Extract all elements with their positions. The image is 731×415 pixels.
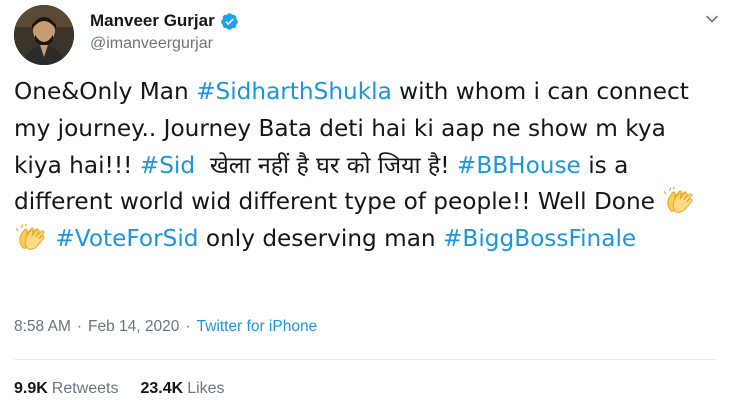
- retweets-stat[interactable]: 9.9K Retweets: [14, 380, 119, 398]
- tweet-text-segment: खेला नहीं है घर को जिया है!: [195, 151, 457, 179]
- tweet-text-segment: only deserving man: [198, 225, 443, 253]
- clapping-hands-emoji-icon: [15, 223, 46, 252]
- divider: [14, 359, 717, 360]
- tweet-stats: 9.9K Retweets 23.4K Likes: [14, 380, 225, 398]
- avatar-image: [14, 5, 74, 65]
- tweet-text-segment: One&Only Man: [14, 78, 197, 105]
- meta-separator: ·: [76, 318, 83, 335]
- likes-stat[interactable]: 23.4K Likes: [141, 380, 225, 398]
- tweet-meta: 8:58 AM · Feb 14, 2020 · Twitter for iPh…: [14, 318, 317, 336]
- likes-label: Likes: [187, 380, 225, 397]
- hashtag-link[interactable]: #BBHouse: [457, 152, 581, 179]
- display-name-row: Manveer Gurjar: [90, 11, 239, 31]
- hashtag-link[interactable]: #SidharthShukla: [196, 78, 392, 105]
- display-name[interactable]: Manveer Gurjar: [90, 11, 215, 31]
- retweets-label: Retweets: [51, 380, 119, 397]
- clapping-hands-emoji-icon: [663, 186, 694, 215]
- hashtag-link[interactable]: #Sid: [140, 152, 195, 179]
- retweets-count: 9.9K: [14, 380, 48, 397]
- meta-separator: ·: [185, 318, 191, 335]
- tweet-card: Manveer Gurjar @imanveergurjar One&Only …: [0, 0, 731, 415]
- likes-count: 23.4K: [140, 380, 184, 397]
- tweet-text: One&Only Man #SidharthShukla with whom i…: [14, 74, 719, 258]
- tweet-time[interactable]: 8:58 AM: [14, 318, 71, 336]
- chevron-down-icon[interactable]: [703, 10, 721, 28]
- tweet-source-link[interactable]: Twitter for iPhone: [197, 318, 318, 336]
- hashtag-link[interactable]: #VoteForSid: [55, 225, 198, 252]
- avatar[interactable]: [14, 5, 74, 65]
- hashtag-link[interactable]: #BiggBossFinale: [443, 225, 636, 252]
- verified-badge-icon: [220, 12, 239, 31]
- tweet-date[interactable]: Feb 14, 2020: [88, 318, 179, 336]
- username[interactable]: @imanveergurjar: [90, 35, 213, 53]
